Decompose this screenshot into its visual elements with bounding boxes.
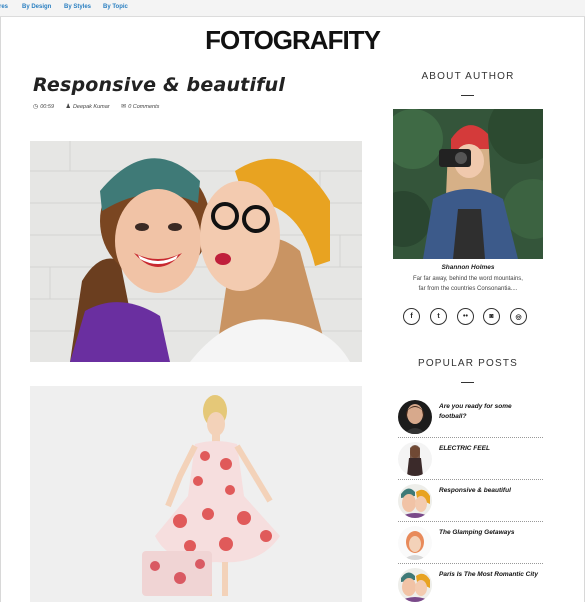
post-thumb-image [398, 400, 432, 434]
popular-post-title[interactable]: The Glamping Getaways [439, 528, 539, 538]
popular-post-item[interactable]: Responsive & beautiful [398, 483, 543, 523]
popular-post-separator [398, 479, 543, 480]
post-thumb-image [398, 568, 432, 602]
girls-photo [30, 141, 362, 362]
frame-border-left [0, 17, 1, 602]
popular-post-thumbnail[interactable] [398, 442, 432, 476]
post-thumb-image [398, 526, 432, 560]
popular-post-item[interactable]: ELECTRIC FEEL [398, 441, 543, 481]
about-author-divider [461, 95, 474, 96]
about-author-heading: ABOUT AUTHOR [421, 71, 515, 82]
post-title[interactable]: Responsive & beautiful [33, 74, 285, 96]
popular-post-item[interactable]: Paris Is The Most Romantic City [398, 567, 543, 602]
author-photo[interactable] [393, 109, 543, 259]
popular-post-separator [398, 437, 543, 438]
user-icon: ♟ [65, 104, 71, 110]
popular-post-item[interactable]: The Glamping Getaways [398, 525, 543, 565]
post-second-image[interactable] [30, 386, 362, 602]
popular-post-separator [398, 521, 543, 522]
post-featured-image[interactable] [30, 141, 362, 362]
popular-posts-heading: POPULAR POSTS [417, 358, 519, 369]
post-comments[interactable]: 0 Comments [128, 104, 159, 110]
popular-post-title[interactable]: Paris Is The Most Romantic City [439, 570, 539, 580]
facebook-icon[interactable]: f [403, 308, 420, 325]
nav-item-by-styles[interactable]: By Styles [64, 4, 91, 10]
dribbble-icon[interactable]: ◎ [510, 308, 527, 325]
top-navigation: res By Design By Styles By Topic [0, 0, 585, 17]
nav-item-by-topic[interactable]: By Topic [103, 4, 128, 10]
clock-icon: ◷ [33, 104, 39, 110]
instagram-icon[interactable]: ◙ [483, 308, 500, 325]
popular-post-title[interactable]: Are you ready for some football? [439, 402, 539, 422]
author-image [393, 109, 543, 259]
popular-post-thumbnail[interactable] [398, 526, 432, 560]
post-time: 00:59 [40, 104, 55, 110]
post-author[interactable]: Deepak Kumar [73, 104, 110, 110]
popular-post-item[interactable]: Are you ready for some football? [398, 399, 543, 439]
popular-post-thumbnail[interactable] [398, 400, 432, 434]
post-thumb-image [398, 484, 432, 518]
popular-post-title[interactable]: Responsive & beautiful [439, 486, 539, 496]
popular-post-thumbnail[interactable] [398, 568, 432, 602]
nav-item-partial[interactable]: res [0, 4, 8, 10]
post-meta: ◷ 00:59 ♟ Deepak Kumar ✉ 0 Comments [33, 103, 169, 110]
popular-post-title[interactable]: ELECTRIC FEEL [439, 444, 539, 454]
site-logo[interactable]: FOTOGRAFITY [0, 25, 585, 56]
comment-icon: ✉ [121, 104, 127, 110]
popular-post-separator [398, 563, 543, 564]
popular-post-thumbnail[interactable] [398, 484, 432, 518]
author-name[interactable]: Shannon Holmes [393, 264, 543, 271]
popular-posts-divider [461, 382, 474, 383]
flickr-icon[interactable]: •• [457, 308, 474, 325]
nav-item-by-design[interactable]: By Design [22, 4, 51, 10]
twitter-icon[interactable]: t [430, 308, 447, 325]
post-thumb-image [398, 442, 432, 476]
author-bio: Far far away, behind the word mountains,… [413, 276, 523, 292]
floral-dress-photo [30, 386, 362, 602]
